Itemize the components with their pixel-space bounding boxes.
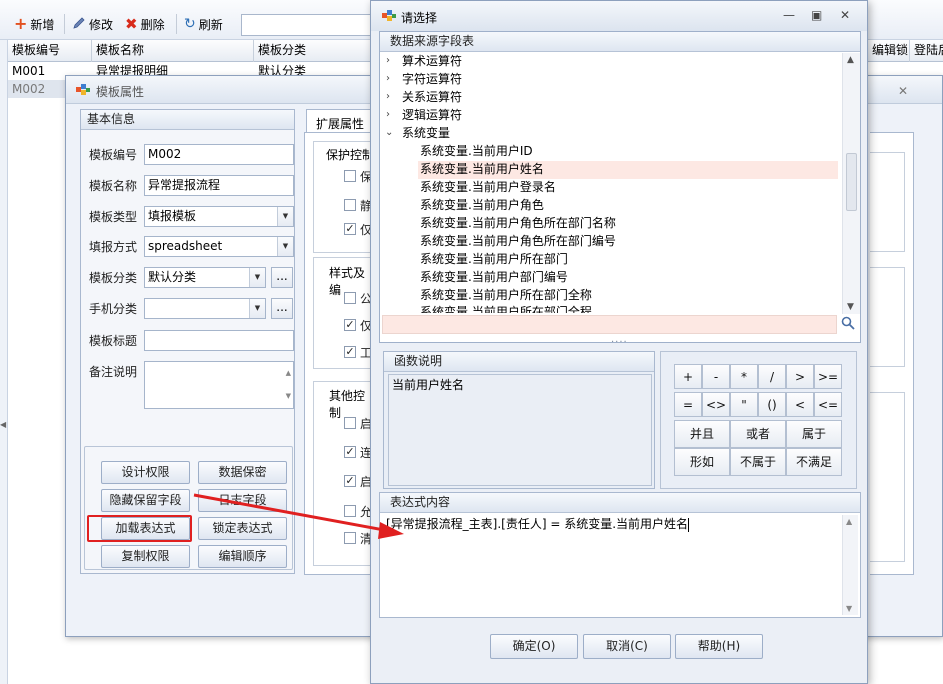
- annotation-arrow: [193, 493, 404, 539]
